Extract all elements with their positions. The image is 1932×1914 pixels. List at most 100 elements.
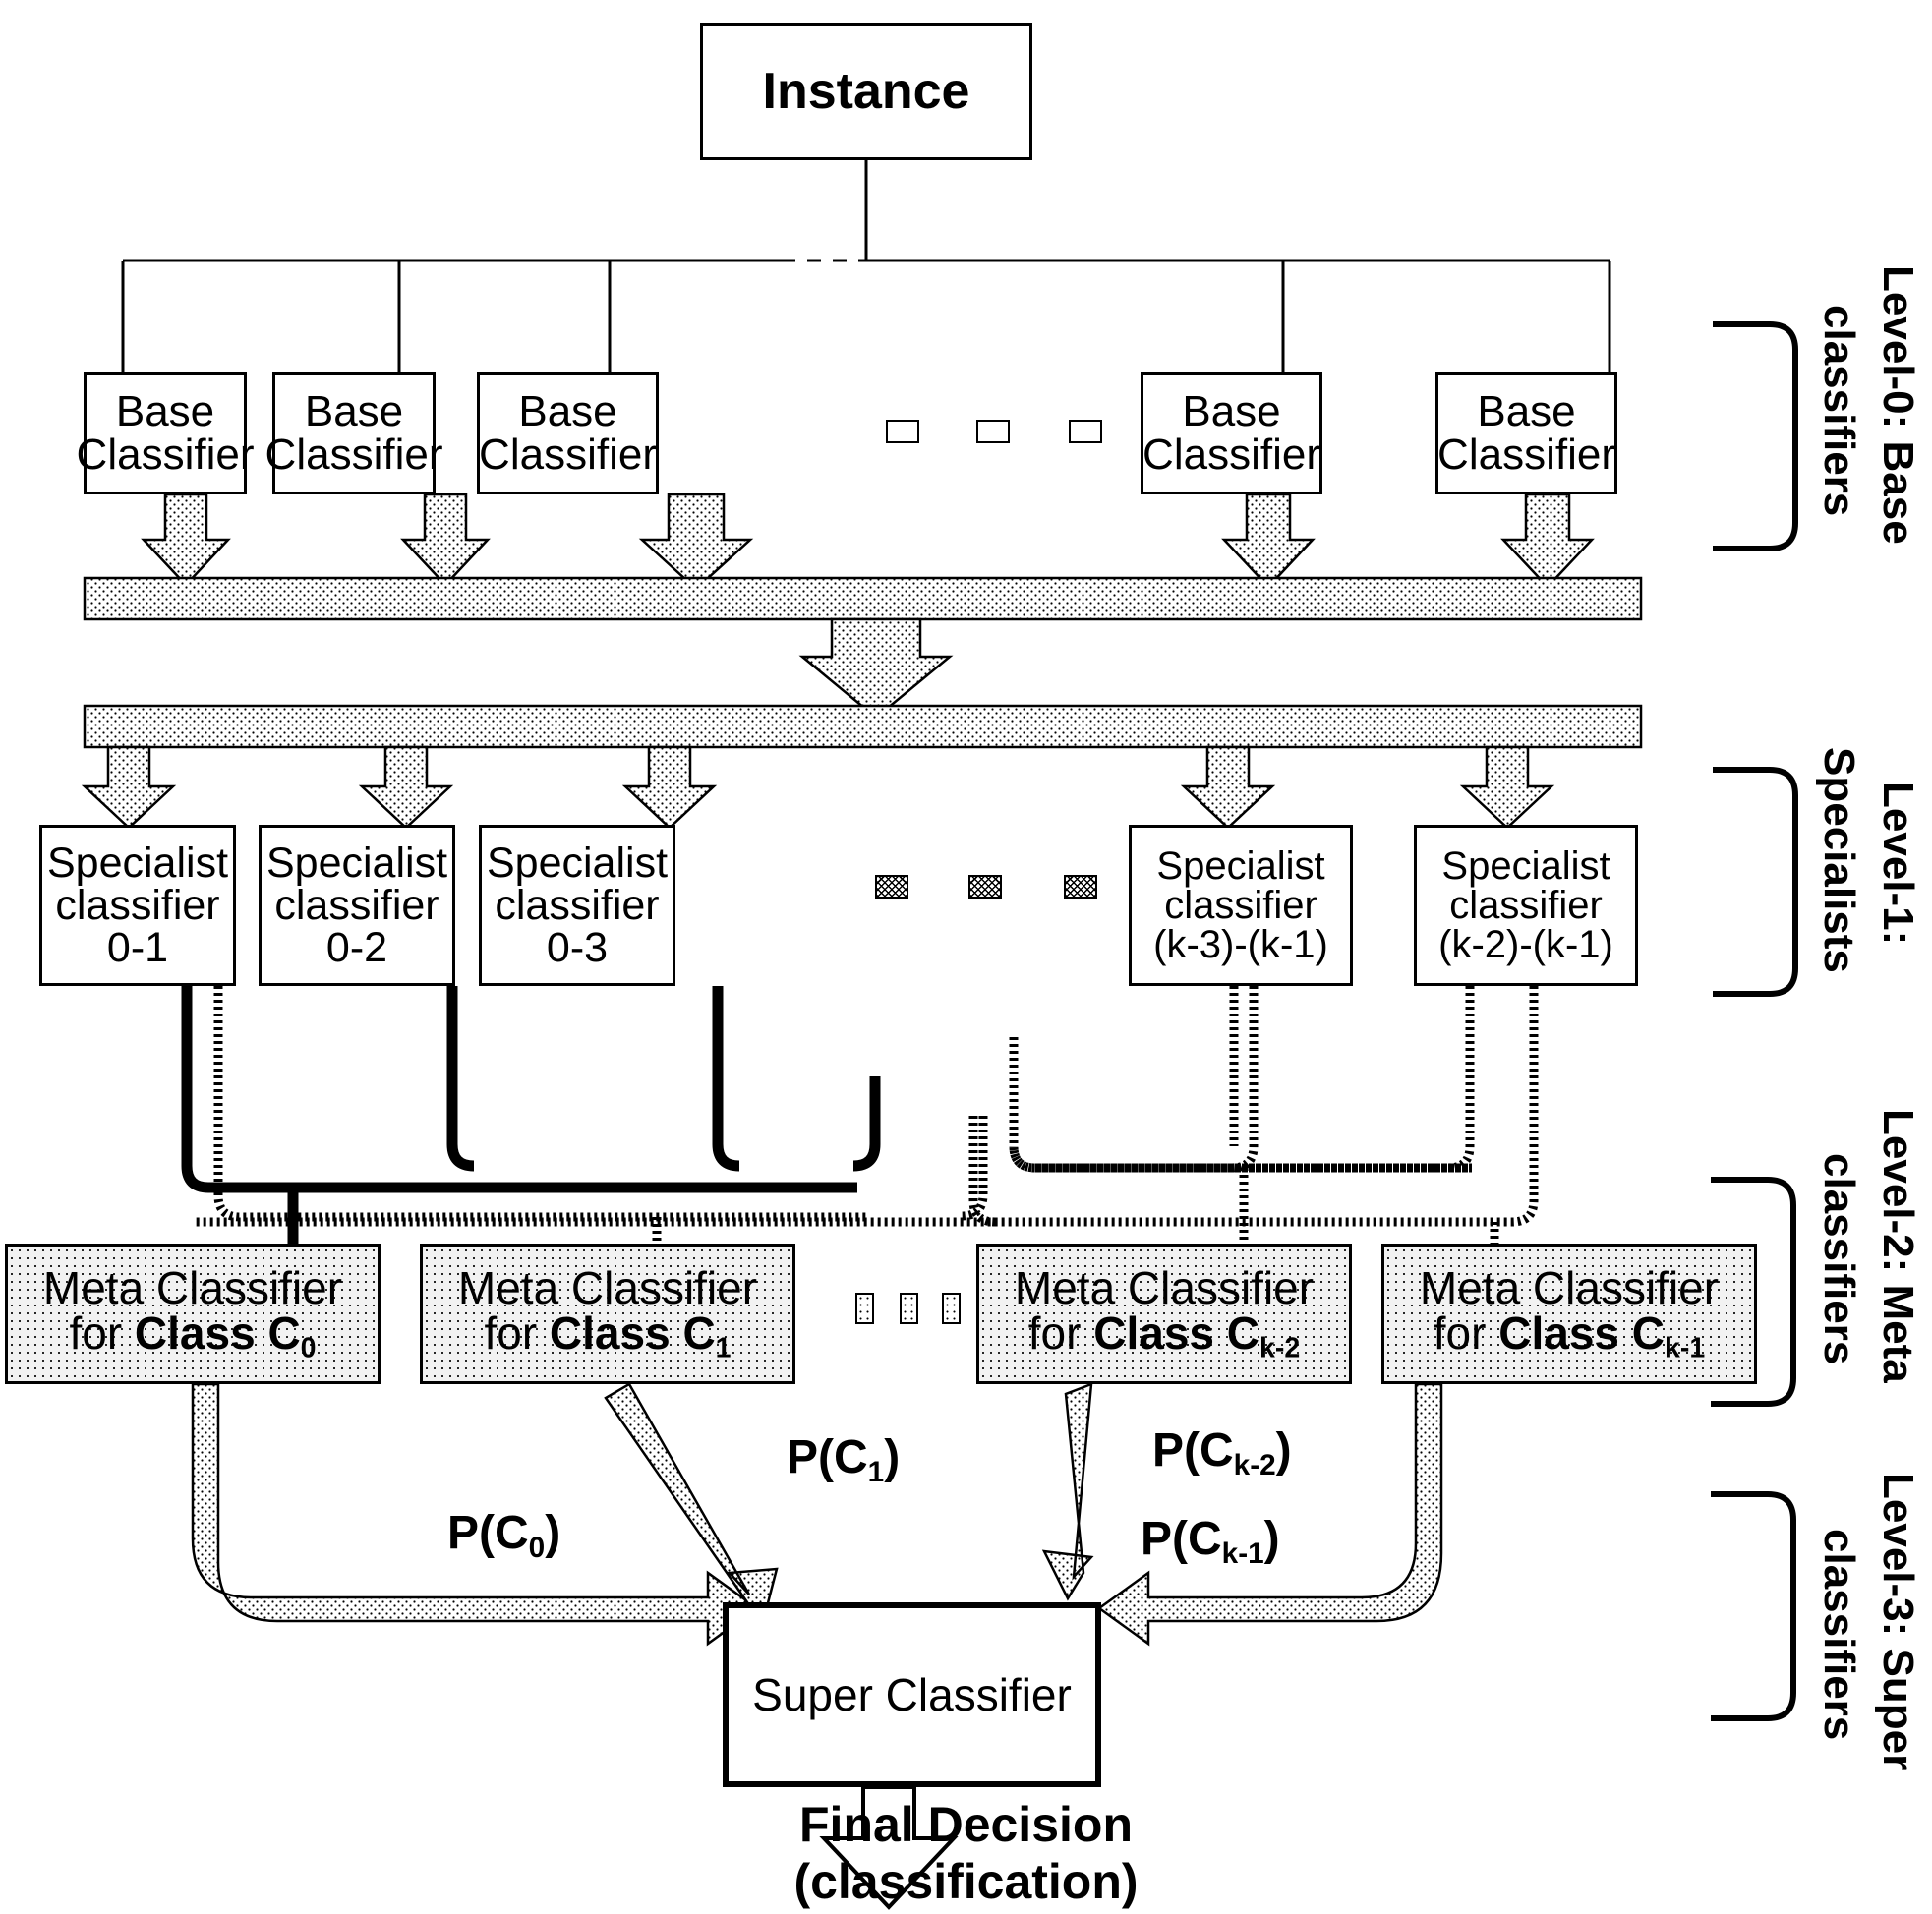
bus-bar-level0 [83,576,1643,621]
spec-line2: classifier [495,881,660,929]
spec-line2: classifier [274,881,439,929]
node-base-classifier-1[interactable]: Base Classifier [77,372,254,494]
meta-prefix: for [1433,1306,1499,1359]
spec-index: (k-2)-(k-1) [1438,923,1613,966]
pc-base: P(C [447,1507,529,1559]
spec-line1: Specialist [486,839,669,887]
base-line1: Base [1182,386,1281,435]
node-specialist-classifier-4[interactable]: Specialist classifier (k-3)-(k-1) [1129,825,1353,986]
spec-line2: classifier [55,881,220,929]
base-line2: Classifier [479,430,657,479]
meta-line1: Meta Classifier [1419,1261,1720,1313]
spec-line2: classifier [1449,884,1603,927]
spec-index: 0-2 [325,923,388,971]
spec-line1: Specialist [1441,844,1610,888]
bus-bar-level1 [83,704,1643,749]
specialist-to-meta-stipple-c [195,986,1539,1247]
specialist-to-meta-stipple-b [1009,986,1475,1247]
meta-class: Class C [1093,1306,1259,1359]
meta-line1: Meta Classifier [42,1261,343,1313]
node-meta-classifier-k-2[interactable]: Meta Classifier for Class Ck-2 [976,1244,1352,1384]
meta-class: Class C [1498,1306,1665,1359]
base-to-bus-arrows [141,493,1595,591]
meta-prefix: for [484,1306,550,1359]
pc-base: P(C [1152,1424,1234,1477]
spec-index: 0-1 [106,923,169,971]
node-base-classifier-4[interactable]: Base Classifier [1141,372,1322,494]
spec-line1: Specialist [1156,844,1325,888]
base-line2: Classifier [1437,430,1615,479]
meta-class: Class C [549,1306,716,1359]
ellipsis-marker-meta-3 [942,1293,961,1324]
edge-label-p-c1: P(C1) [787,1430,900,1489]
specialist-to-meta-stipple-a [213,986,988,1247]
ellipsis-marker-spec-1 [875,875,908,899]
spec-line2: classifier [1164,884,1317,927]
meta-prefix: for [1027,1306,1094,1359]
node-specialist-classifier-1[interactable]: Specialist classifier 0-1 [39,825,236,986]
spec-index: (k-3)-(k-1) [1153,923,1328,966]
instance-label: Instance [762,63,970,120]
level-label-0-line1: Level-0: Base [1874,265,1922,545]
instance-fanout [121,160,1611,372]
pc-sub: 1 [867,1455,885,1488]
meta-line1: Meta Classifier [457,1261,758,1313]
base-line2: Classifier [1142,430,1320,479]
meta-sub: 1 [715,1332,732,1364]
ellipsis-marker-meta-1 [855,1293,874,1324]
ellipsis-marker-spec-2 [968,875,1002,899]
meta-line2: for Class C0 [69,1310,316,1363]
base-line1: Base [115,386,215,435]
node-base-classifier-3[interactable]: Base Classifier [477,372,659,494]
meta-line1: Meta Classifier [1014,1261,1315,1313]
node-specialist-classifier-3[interactable]: Specialist classifier 0-3 [479,825,675,986]
ellipsis-marker-meta-2 [900,1293,918,1324]
final-decision-text: Final Decision (classification) [0,1797,1932,1910]
pc-sub: 0 [528,1531,546,1564]
meta-sub: 0 [300,1332,317,1364]
base-line2: Classifier [76,430,255,479]
edge-label-p-ck1: P(Ck-1) [1141,1512,1280,1571]
level-braces [1711,321,1798,1721]
level-label-1-line2: Specialists [1815,747,1863,973]
meta-line2: for Class Ck-1 [1434,1310,1705,1363]
ellipsis-marker-base-3 [1069,420,1102,443]
spec-line1: Specialist [265,839,448,887]
node-meta-classifier-k-1[interactable]: Meta Classifier for Class Ck-1 [1381,1244,1757,1384]
meta-sub: k-1 [1665,1332,1706,1364]
node-specialist-classifier-2[interactable]: Specialist classifier 0-2 [259,825,455,986]
base-line1: Base [518,386,617,435]
spec-line1: Specialist [46,839,229,887]
pc-close: ) [884,1431,901,1483]
node-instance[interactable]: Instance [700,23,1032,160]
pc-sub: k-2 [1233,1448,1276,1481]
pc-close: ) [1263,1513,1280,1565]
bus-to-specialist-arrows [81,745,1555,830]
final-line2: (classification) [793,1853,1139,1909]
level-label-3-line1: Level-3: Super [1874,1473,1922,1771]
ellipsis-marker-base-1 [886,420,919,443]
meta-sub: k-2 [1259,1332,1301,1364]
final-line1: Final Decision [799,1797,1133,1852]
super-label: Super Classifier [752,1669,1072,1720]
node-meta-classifier-0[interactable]: Meta Classifier for Class C0 [5,1244,381,1384]
node-base-classifier-2[interactable]: Base Classifier [265,372,442,494]
level-label-1-line1: Level-1: [1874,782,1922,946]
bus1-to-bus2-arrow [798,617,954,720]
spec-index: 0-3 [546,923,609,971]
pc-sub: k-1 [1221,1537,1264,1570]
node-specialist-classifier-5[interactable]: Specialist classifier (k-2)-(k-1) [1414,825,1638,986]
level-label-3-line2: classifiers [1815,1529,1863,1741]
level-label-0-line2: classifiers [1815,305,1863,517]
pc-base: P(C [787,1431,868,1483]
meta-prefix: for [69,1306,135,1359]
base-line2: Classifier [264,430,443,479]
pc-close: ) [545,1507,561,1559]
node-super-classifier[interactable]: Super Classifier [723,1602,1101,1787]
node-meta-classifier-1[interactable]: Meta Classifier for Class C1 [420,1244,795,1384]
edge-label-p-ck2: P(Ck-2) [1152,1423,1292,1482]
pc-base: P(C [1141,1513,1222,1565]
edge-label-p-c0: P(C0) [447,1506,560,1565]
node-base-classifier-5[interactable]: Base Classifier [1435,372,1617,494]
meta-class: Class C [134,1306,301,1359]
